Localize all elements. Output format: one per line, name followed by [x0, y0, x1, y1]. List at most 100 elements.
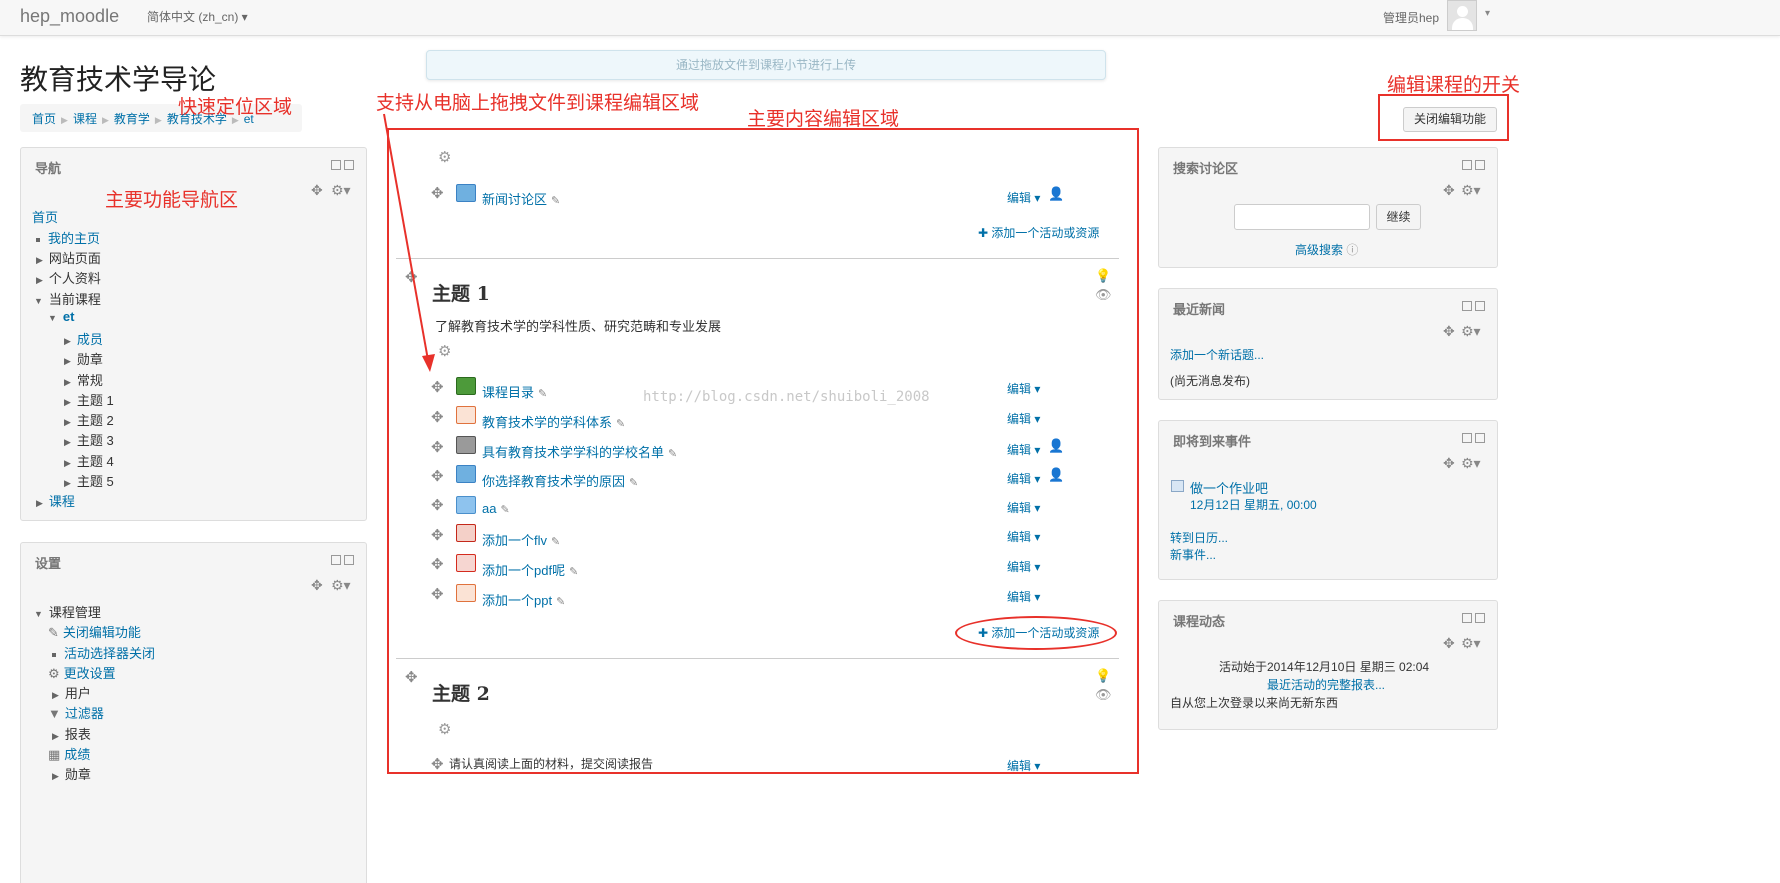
block-title: 课程动态	[1173, 614, 1226, 629]
collapse-arrow-icon: ▼	[48, 313, 57, 323]
bullet-icon	[36, 237, 40, 242]
settings-badges[interactable]: ▶ 勋章	[52, 764, 91, 783]
settings-course-admin[interactable]: ▼ 课程管理	[34, 602, 101, 621]
move-block-icon[interactable]: ✥	[1443, 635, 1455, 652]
nav-topic-1[interactable]: ▶ 主题 1	[64, 390, 114, 409]
add-news-topic-link[interactable]: 添加一个新话题...	[1170, 346, 1264, 363]
full-report-link[interactable]: 最近活动的完整报表...	[1267, 676, 1385, 693]
nav-current-course[interactable]: ▼ 当前课程	[34, 289, 101, 308]
nav-course-et[interactable]: ▼ et	[48, 309, 74, 324]
gear-icon[interactable]: ⚙▾	[1461, 182, 1481, 199]
dock-icon[interactable]	[1475, 433, 1485, 443]
annotation-arrow-icon	[383, 113, 435, 372]
assignment-icon	[1171, 480, 1184, 492]
move-block-icon[interactable]: ✥	[1443, 455, 1455, 472]
site-brand[interactable]: hep_moodle	[20, 6, 119, 27]
collapse-icon[interactable]	[1462, 613, 1472, 623]
dock-icon[interactable]	[1475, 160, 1485, 170]
advanced-search-link[interactable]: 高级搜索 ⓘ	[1295, 241, 1358, 258]
expand-arrow-icon: ▶	[52, 690, 59, 700]
annotation-main-nav-area: 主要功能导航区	[105, 189, 239, 211]
move-block-icon[interactable]: ✥	[311, 182, 323, 199]
user-menu-name[interactable]: 管理员hep	[1383, 9, 1439, 26]
expand-arrow-icon: ▶	[52, 771, 59, 781]
help-icon[interactable]: ⓘ	[1346, 243, 1358, 257]
move-block-icon[interactable]: ✥	[1443, 182, 1455, 199]
nav-topic-3[interactable]: ▶ 主题 3	[64, 430, 114, 449]
block-controls[interactable]	[328, 160, 354, 173]
no-news-text: (尚无消息发布)	[1170, 374, 1250, 388]
expand-arrow-icon: ▶	[64, 458, 71, 468]
settings-filters[interactable]: ▼ 过滤器	[48, 703, 104, 722]
nav-courses[interactable]: ▶ 课程	[36, 491, 75, 510]
nav-topic-2[interactable]: ▶ 主题 2	[64, 410, 114, 429]
activity-since-text: 活动始于2014年12月10日 星期三 02:04	[1219, 660, 1430, 674]
collapse-icon[interactable]	[331, 160, 341, 170]
settings-activity-chooser-off[interactable]: 活动选择器关闭	[52, 643, 155, 662]
annotation-edit-switch: 编辑课程的开关	[1387, 74, 1521, 96]
collapse-icon[interactable]	[1462, 433, 1472, 443]
block-controls[interactable]	[1459, 301, 1485, 314]
settings-users[interactable]: ▶ 用户	[52, 683, 91, 702]
expand-arrow-icon: ▶	[64, 356, 71, 366]
expand-arrow-icon: ▶	[64, 377, 71, 387]
gear-icon[interactable]: ⚙▾	[331, 577, 351, 594]
block-title: 最近新闻	[1173, 302, 1226, 317]
breadcrumb-separator-icon: ▶	[101, 115, 109, 125]
gear-icon[interactable]: ⚙▾	[1461, 635, 1481, 652]
event-link[interactable]: 做一个作业吧	[1190, 478, 1268, 497]
breadcrumb-home[interactable]: 首页	[32, 112, 56, 126]
expand-arrow-icon: ▶	[64, 336, 71, 346]
dock-icon[interactable]	[344, 555, 354, 565]
nav-topic-4[interactable]: ▶ 主题 4	[64, 451, 114, 470]
nav-badges[interactable]: ▶ 勋章	[64, 349, 103, 368]
move-block-icon[interactable]: ✥	[1443, 323, 1455, 340]
settings-grades[interactable]: ▦ 成绩	[48, 744, 90, 763]
breadcrumb-separator-icon: ▶	[154, 115, 162, 125]
block-controls[interactable]	[1459, 160, 1485, 173]
move-block-icon[interactable]: ✥	[311, 577, 323, 594]
avatar[interactable]	[1447, 0, 1477, 31]
user-menu-caret-icon[interactable]: ▾	[1485, 8, 1490, 19]
bullet-icon	[52, 652, 56, 657]
language-menu[interactable]: 简体中文 (zh_cn) ▾	[147, 8, 248, 25]
collapse-icon[interactable]	[1462, 160, 1472, 170]
block-controls[interactable]	[1459, 433, 1485, 446]
settings-reports[interactable]: ▶ 报表	[52, 724, 91, 743]
new-event-link[interactable]: 新事件...	[1170, 546, 1216, 563]
file-drop-zone[interactable]: 通过拖放文件到课程小节进行上传	[426, 50, 1106, 80]
dock-icon[interactable]	[1475, 613, 1485, 623]
gear-icon[interactable]: ⚙▾	[1461, 455, 1481, 472]
collapse-icon[interactable]	[1462, 301, 1472, 311]
block-controls[interactable]	[1459, 613, 1485, 626]
expand-arrow-icon: ▶	[36, 255, 43, 265]
goto-calendar-link[interactable]: 转到日历...	[1170, 529, 1228, 546]
event-date: 12月12日 星期五, 00:00	[1190, 498, 1317, 512]
dock-icon[interactable]	[1475, 301, 1485, 311]
settings-edit-settings[interactable]: ⚙ 更改设置	[48, 663, 116, 682]
dock-icon[interactable]	[344, 160, 354, 170]
nav-site-pages[interactable]: ▶ 网站页面	[36, 248, 101, 267]
nav-my-home[interactable]: 我的主页	[36, 228, 100, 247]
breadcrumb-category[interactable]: 教育学	[114, 112, 150, 126]
block-controls[interactable]	[328, 555, 354, 568]
breadcrumb-courses[interactable]: 课程	[73, 112, 97, 126]
search-go-button[interactable]: 继续	[1376, 204, 1421, 230]
annotation-quick-locate: 快速定位区域	[178, 96, 293, 118]
nav-general[interactable]: ▶ 常规	[64, 370, 103, 389]
collapse-icon[interactable]	[331, 555, 341, 565]
nav-profile[interactable]: ▶ 个人资料	[36, 268, 101, 287]
gear-icon[interactable]: ⚙▾	[1461, 323, 1481, 340]
search-input[interactable]	[1234, 204, 1370, 230]
nav-home[interactable]: 首页	[32, 207, 58, 226]
collapse-arrow-icon: ▼	[34, 609, 43, 619]
block-title: 即将到来事件	[1173, 434, 1252, 449]
annotation-main-edit-area: 主要内容编辑区域	[747, 108, 900, 130]
nav-topic-5[interactable]: ▶ 主题 5	[64, 471, 114, 490]
nav-participants[interactable]: ▶ 成员	[64, 329, 103, 348]
grades-table-icon: ▦	[48, 747, 61, 762]
expand-arrow-icon: ▶	[64, 417, 71, 427]
breadcrumb-separator-icon: ▶	[61, 115, 68, 125]
settings-turn-editing-off[interactable]: ✎ 关闭编辑功能	[48, 622, 141, 641]
gear-icon[interactable]: ⚙▾	[331, 182, 351, 199]
